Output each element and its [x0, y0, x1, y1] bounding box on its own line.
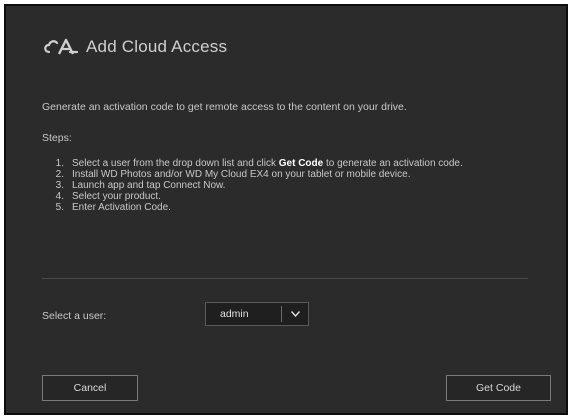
select-user-label: Select a user: [42, 310, 107, 322]
step-text: Enter Activation Code. [72, 202, 171, 213]
get-code-button[interactable]: Get Code [446, 375, 551, 401]
section-divider [42, 278, 528, 279]
step-item: 2. Install WD Photos and/or WD My Cloud … [48, 169, 548, 180]
step-text: Launch app and tap Connect Now. [72, 180, 226, 191]
user-select-value: admin [220, 308, 249, 320]
dialog-title: Add Cloud Access [86, 37, 228, 56]
dialog-header: Add Cloud Access [42, 36, 227, 58]
step-item: 3. Launch app and tap Connect Now. [48, 180, 548, 191]
step-number: 5. [55, 202, 64, 213]
step-number: 3. [55, 180, 64, 191]
step-number: 2. [55, 169, 64, 180]
get-code-emphasis: Get Code [278, 158, 324, 169]
step-item: 1. Select a user from the drop down list… [48, 158, 548, 169]
step-number: 4. [55, 191, 64, 202]
step-number: 1. [55, 158, 64, 169]
step-item: 5. Enter Activation Code. [48, 202, 548, 213]
step-text: Select a user from the drop down list an… [72, 158, 463, 169]
add-cloud-access-dialog: Add Cloud Access Generate an activation … [4, 4, 568, 415]
chevron-down-icon[interactable] [282, 309, 308, 319]
step-text: Select your product. [72, 191, 161, 202]
user-select-dropdown[interactable]: admin [205, 302, 309, 326]
intro-text: Generate an activation code to get remot… [42, 101, 407, 113]
steps-list: 1. Select a user from the drop down list… [48, 158, 548, 213]
steps-label: Steps: [42, 132, 72, 144]
step-text: Install WD Photos and/or WD My Cloud EX4… [72, 169, 411, 180]
step-item: 4. Select your product. [48, 191, 548, 202]
cloud-link-icon [42, 36, 80, 58]
cancel-button[interactable]: Cancel [42, 375, 138, 401]
